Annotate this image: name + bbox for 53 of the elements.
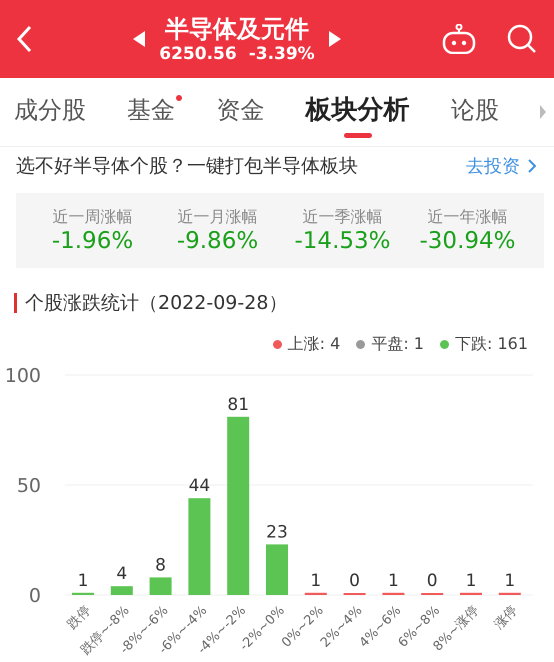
back-icon[interactable]	[16, 25, 32, 53]
section-marker	[14, 293, 17, 313]
index-price: 6250.56	[159, 44, 237, 64]
bar	[266, 544, 288, 595]
bar-value: 44	[188, 476, 210, 496]
bar-value: 0	[349, 571, 360, 591]
bar	[498, 592, 521, 595]
bar-value: 1	[388, 570, 399, 591]
robot-icon[interactable]	[442, 24, 476, 54]
stat-value: -14.53%	[294, 228, 390, 254]
next-icon[interactable]	[328, 31, 341, 47]
bar-value: 4	[116, 564, 128, 584]
section-title: 个股涨跌统计（2022-09-28）	[25, 291, 288, 316]
stat-value: -1.96%	[52, 228, 134, 254]
bar	[72, 592, 94, 595]
bar	[382, 592, 404, 595]
header-title: 半导体及元件	[164, 14, 309, 44]
promo-text: 选不好半导体个股？一键打包半导体板块	[16, 154, 358, 179]
bar	[150, 577, 172, 595]
bar-value: 0	[426, 571, 438, 591]
bar	[460, 592, 482, 595]
stat-label: 近一月涨幅	[178, 207, 258, 228]
tab[interactable]: 基金	[127, 87, 176, 137]
bar-value: 1	[466, 570, 476, 591]
legend-label: 下跌: 161	[454, 334, 528, 355]
tab[interactable]: 成分股	[14, 87, 86, 137]
stat-label: 近一周涨幅	[52, 207, 132, 228]
index-change: -3.39%	[248, 44, 315, 64]
x-tick-label: 涨停	[492, 603, 521, 632]
search-icon[interactable]	[506, 23, 538, 55]
stat-value: -9.86%	[176, 228, 258, 254]
legend-label: 平盘: 1	[371, 334, 424, 355]
bar-value: 23	[266, 522, 288, 542]
previous-icon[interactable]	[133, 31, 146, 47]
x-tick-label: 跌停	[64, 603, 94, 632]
tab[interactable]: 论股	[450, 87, 499, 137]
tab[interactable]: 资金	[216, 87, 264, 137]
stat-value: -30.94%	[420, 228, 516, 254]
bar-value: 1	[78, 570, 88, 591]
stat-label: 近一年涨幅	[428, 207, 508, 228]
y-tick-label: 0	[28, 585, 41, 607]
legend-label: 上涨: 4	[288, 334, 340, 355]
chevron-icon	[528, 159, 536, 173]
y-tick-label: 100	[4, 365, 41, 387]
bar-value: 1	[504, 570, 516, 591]
stat-label: 近一季涨幅	[302, 207, 382, 228]
tab[interactable]: 板块分析	[306, 86, 410, 138]
bar-value: 8	[155, 555, 166, 576]
bar	[110, 586, 133, 595]
y-tick-label: 50	[16, 475, 41, 497]
bar-value: 81	[227, 394, 250, 415]
bar	[304, 592, 327, 595]
bar-value: 1	[310, 570, 322, 591]
